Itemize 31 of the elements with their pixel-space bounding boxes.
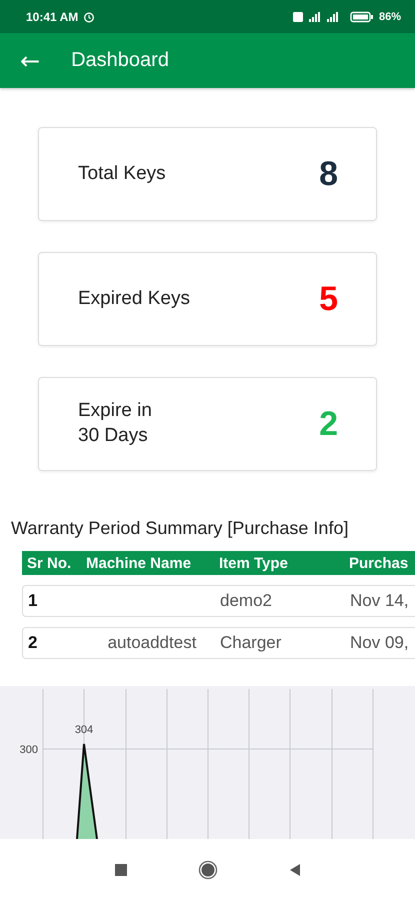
- stat-label: Expire in 30 Days: [78, 399, 152, 448]
- back-icon[interactable]: [288, 862, 302, 876]
- stat-value: 5: [319, 280, 338, 318]
- table-row[interactable]: 2 autoaddtest Charger Nov 09,: [22, 627, 415, 659]
- clock-text: 10:41 AM: [26, 10, 78, 24]
- table-cell-text: Nov 14,: [349, 591, 410, 611]
- column-header: Machine Name: [85, 554, 192, 572]
- table-cell-text: 1: [27, 591, 38, 611]
- alarm-icon: [83, 10, 96, 22]
- table-cell-text: 2: [27, 633, 38, 653]
- table-cell-text: Charger: [219, 633, 282, 653]
- section-title: Warranty Period Summary [Purchase Info]: [11, 518, 350, 539]
- screen-title: Dashboard: [71, 49, 169, 72]
- column-header: Purchas: [348, 554, 410, 572]
- y-tick-label: 300: [20, 744, 38, 756]
- table-cell-text: Nov 09,: [349, 633, 410, 653]
- stat-value: 8: [319, 154, 338, 194]
- column-header: Item Type: [218, 554, 289, 572]
- recents-icon[interactable]: [114, 862, 128, 876]
- stat-value: 2: [319, 404, 338, 444]
- table-cell-text: demo2: [219, 591, 273, 611]
- table-row[interactable]: 1 demo2 Nov 14,: [22, 585, 415, 617]
- home-icon[interactable]: [198, 860, 218, 880]
- battery-icon: [350, 10, 374, 22]
- data-label: 304: [74, 724, 94, 736]
- stat-label: Expired Keys: [78, 286, 190, 311]
- stat-label: Total Keys: [78, 162, 166, 186]
- column-header: Sr No.: [26, 554, 72, 572]
- back-button[interactable]: ←: [16, 46, 44, 74]
- battery-text: 86%: [378, 10, 401, 22]
- table-cell-text: autoaddtest: [106, 633, 198, 653]
